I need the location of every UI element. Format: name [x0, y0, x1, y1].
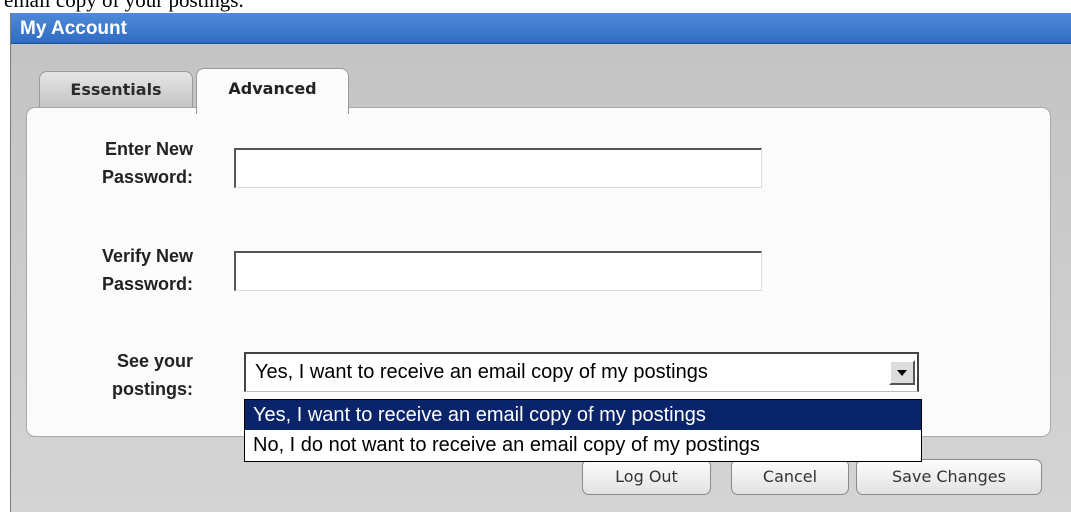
verify-password-label: Verify New Password: [101, 246, 193, 294]
postings-option-no[interactable]: No, I do not want to receive an email co… [245, 430, 921, 460]
background-text: email copy of your postings. [4, 0, 244, 12]
postings-label: See your postings: [112, 351, 193, 399]
save-changes-button[interactable]: Save Changes [856, 459, 1042, 495]
postings-dropdown-list: Yes, I want to receive an email copy of … [244, 399, 922, 462]
tab-essentials[interactable]: Essentials [39, 71, 193, 109]
verify-password-input[interactable] [234, 251, 762, 291]
window-title: My Account [11, 13, 1071, 44]
cancel-button[interactable]: Cancel [731, 459, 849, 495]
new-password-label: Enter New Password: [101, 139, 193, 187]
postings-option-yes[interactable]: Yes, I want to receive an email copy of … [245, 400, 921, 430]
postings-select-value: Yes, I want to receive an email copy of … [255, 361, 708, 383]
new-password-input[interactable] [234, 148, 762, 188]
postings-select[interactable]: Yes, I want to receive an email copy of … [244, 352, 919, 392]
tab-advanced[interactable]: Advanced [196, 68, 349, 114]
log-out-button[interactable]: Log Out [582, 459, 711, 495]
dropdown-arrow-icon[interactable] [889, 360, 915, 385]
my-account-window: My Account Essentials Advanced Enter New… [10, 13, 1071, 512]
